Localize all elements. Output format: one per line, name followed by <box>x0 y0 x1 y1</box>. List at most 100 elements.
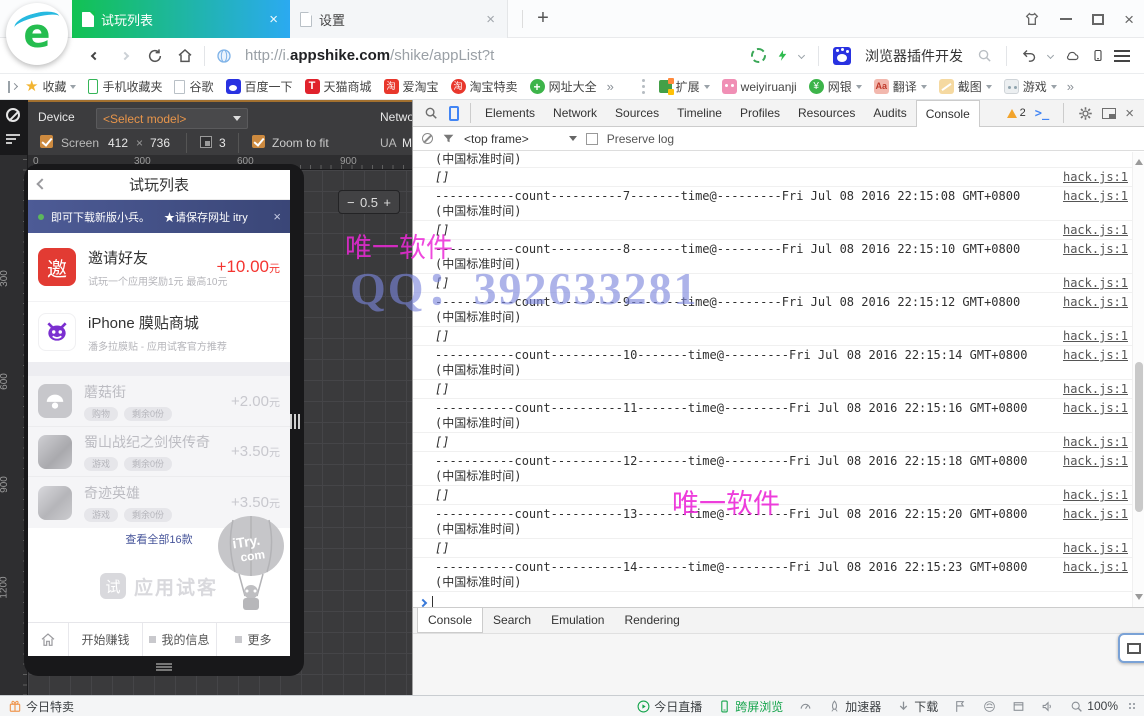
console-source-link[interactable]: hack.js:1 <box>1063 242 1128 257</box>
console-source-link[interactable]: hack.js:1 <box>1063 507 1128 522</box>
nav-start-earning[interactable]: 开始赚钱 <box>68 623 142 656</box>
tab-shiwan-list[interactable]: 试玩列表 × <box>72 0 290 38</box>
site-globe-icon[interactable] <box>209 42 239 70</box>
app-row-3[interactable]: 蜀山战纪之剑侠传奇游戏剩余0份+3.50元 <box>28 427 290 477</box>
bookmark-baidu[interactable]: 百度一下 <box>220 75 299 99</box>
search-input[interactable]: 浏览器插件开发 <box>865 46 963 66</box>
tab-close-icon[interactable]: × <box>267 11 280 28</box>
drawer-tab-rendering[interactable]: Rendering <box>614 608 689 633</box>
devtools-tab-elements[interactable]: Elements <box>476 100 544 126</box>
frame-selector[interactable]: <top frame> <box>464 132 577 146</box>
statusbar-accelerator[interactable]: 加速器 <box>828 698 881 715</box>
devtools-tab-console[interactable]: Console <box>916 100 980 127</box>
bookmark-games[interactable]: 游戏 <box>998 75 1063 99</box>
nav-more[interactable]: 更多 <box>216 623 290 656</box>
zoom-widget[interactable]: − 0.5 + <box>338 190 400 214</box>
device-model-select[interactable]: <Select model> <box>96 108 248 129</box>
console-source-link[interactable]: hack.js:1 <box>1063 329 1128 344</box>
cloud-sync-icon[interactable] <box>1063 49 1082 63</box>
console-source-link[interactable]: hack.js:1 <box>1063 401 1128 416</box>
home-nav-button[interactable] <box>28 623 68 656</box>
statusbar-zoom-level[interactable]: 100% <box>1070 699 1118 713</box>
device-bottom-handle[interactable] <box>156 663 172 671</box>
zoom-in-button[interactable]: + <box>383 195 391 210</box>
console-source-link[interactable]: hack.js:1 <box>1063 223 1128 238</box>
bookmark-weiyiruanji[interactable]: weiyiruanji <box>716 75 803 99</box>
ua-value[interactable]: Mo <box>402 136 412 150</box>
bookmark-translate[interactable]: Aa翻译 <box>868 75 933 99</box>
notice-banner[interactable]: 即可下载新版小兵。 ★请保存网址 itry × <box>28 200 290 233</box>
home-button[interactable] <box>170 42 200 70</box>
mobile-sync-icon[interactable] <box>1092 47 1104 64</box>
browser-logo[interactable]: e <box>6 3 68 65</box>
bookmark-screenshot[interactable]: 截图 <box>933 75 998 99</box>
bookmark-taobao-sale[interactable]: 淘淘宝特卖 <box>445 75 524 99</box>
console-source-link[interactable]: hack.js:1 <box>1063 560 1128 575</box>
collapse-sidebar-icon[interactable] <box>8 81 17 93</box>
network-throttle-icon[interactable] <box>6 134 20 145</box>
console-source-link[interactable]: hack.js:1 <box>1063 488 1128 503</box>
tab-settings[interactable]: 设置 × <box>290 0 508 38</box>
address-bar[interactable]: http://i.appshike.com/shike/appList?t <box>245 47 494 64</box>
clear-console-icon[interactable] <box>422 133 433 144</box>
console-scrollbar[interactable] <box>1132 152 1144 607</box>
statusbar-download[interactable]: 下载 <box>897 698 938 715</box>
chevron-down-icon[interactable] <box>798 52 805 59</box>
drawer-tab-console[interactable]: Console <box>417 608 483 633</box>
screen-width-value[interactable]: 412 <box>108 136 128 150</box>
app-row-2[interactable]: 蘑菇街购物剩余0份+2.00元 <box>28 376 290 427</box>
filter-funnel-icon[interactable] <box>442 132 455 145</box>
devtools-tab-profiles[interactable]: Profiles <box>731 100 789 126</box>
console-prompt[interactable] <box>413 592 1132 607</box>
bookmark-online-banking[interactable]: ¥网银 <box>803 75 868 99</box>
console-log-area[interactable]: (中国标准时间)[]hack.js:1-----------count-----… <box>413 152 1132 607</box>
undo-icon[interactable] <box>1021 48 1038 63</box>
app-row-4[interactable]: 奇迹英雄游戏剩余0份+3.50元 <box>28 477 290 528</box>
app-row-1[interactable]: iPhone 膜贴商城潘多拉膜贴 - 应用试客官方推荐 <box>28 302 290 362</box>
back-button[interactable] <box>80 42 110 70</box>
console-source-link[interactable]: hack.js:1 <box>1063 189 1128 204</box>
bookmark-site-directory[interactable]: +网址大全 <box>524 75 603 99</box>
forward-button[interactable] <box>110 42 140 70</box>
back-chevron-icon[interactable] <box>36 178 47 189</box>
bookmark-favorites[interactable]: ★收藏 <box>19 75 82 99</box>
statusbar-window-mode[interactable] <box>1012 700 1025 713</box>
console-source-link[interactable]: hack.js:1 <box>1063 382 1128 397</box>
baidu-search-icon[interactable] <box>833 47 851 65</box>
console-source-link[interactable]: hack.js:1 <box>1063 170 1128 185</box>
devtools-tab-timeline[interactable]: Timeline <box>668 100 731 126</box>
refresh-button[interactable] <box>140 42 170 70</box>
bookmark-tmall[interactable]: T天猫商城 <box>299 75 378 99</box>
view-all-link[interactable]: 查看全部16款 <box>28 528 290 550</box>
device-mode-toggle-icon[interactable] <box>449 106 459 121</box>
console-source-link[interactable]: hack.js:1 <box>1063 435 1128 450</box>
search-icon[interactable] <box>977 48 992 63</box>
todays-deals-button[interactable]: 今日特卖 <box>8 698 74 715</box>
bookmark-extensions[interactable]: 扩展 <box>653 75 716 99</box>
drawer-tab-emulation[interactable]: Emulation <box>541 608 614 633</box>
banner-close-icon[interactable]: × <box>273 209 281 224</box>
statusbar-sound[interactable] <box>1041 700 1054 713</box>
devtools-tab-network[interactable]: Network <box>544 100 606 126</box>
warnings-indicator[interactable]: 2 <box>1007 107 1026 119</box>
settings-gear-icon[interactable] <box>1078 106 1093 121</box>
statusbar-ie-mode[interactable] <box>983 700 996 713</box>
scrollbar-thumb[interactable] <box>1135 362 1143 512</box>
disable-icon[interactable] <box>6 108 20 122</box>
console-source-link[interactable]: hack.js:1 <box>1063 541 1128 556</box>
resize-grip-icon[interactable] <box>1128 702 1136 710</box>
menu-icon[interactable] <box>1114 50 1130 62</box>
devtools-tab-sources[interactable]: Sources <box>606 100 668 126</box>
statusbar-cross-screen[interactable]: 跨屏浏览 <box>718 698 783 715</box>
scroll-down-arrow-icon[interactable] <box>1135 594 1143 604</box>
dock-side-icon[interactable] <box>1102 108 1116 119</box>
close-devtools-icon[interactable]: × <box>1125 105 1134 122</box>
app-row-0[interactable]: 邀邀请好友试玩一个应用奖励1元 最高10元+10.00元 <box>28 233 290 302</box>
devtools-tab-audits[interactable]: Audits <box>864 100 915 126</box>
drawer-tab-search[interactable]: Search <box>483 608 541 633</box>
floating-tool-button[interactable] <box>1118 633 1144 663</box>
device-resize-handle[interactable] <box>290 414 300 429</box>
skin-theme-icon[interactable] <box>1024 11 1040 27</box>
devtools-tab-resources[interactable]: Resources <box>789 100 864 126</box>
console-source-link[interactable]: hack.js:1 <box>1063 295 1128 310</box>
